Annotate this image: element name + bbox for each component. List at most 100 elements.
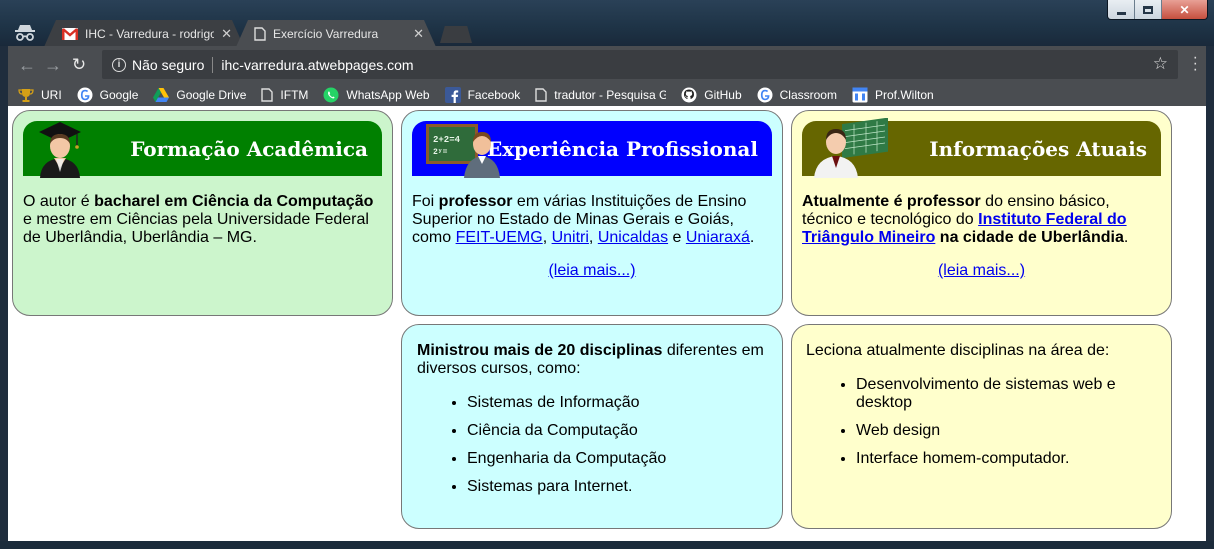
link-unicaldas[interactable]: Unicaldas: [598, 229, 668, 246]
read-more-container: (leia mais...): [402, 262, 782, 280]
list-item: Sistemas para Internet.: [467, 478, 772, 496]
tab-exercicio-varredura[interactable]: Exercício Varredura ✕: [236, 20, 436, 47]
read-more-link[interactable]: (leia mais...): [548, 262, 635, 279]
trophy-icon: [18, 89, 34, 102]
list-item: Ciência da Computação: [467, 422, 772, 440]
bookmark-label: tradutor - Pesquisa G: [554, 88, 667, 102]
whatsapp-icon: [323, 87, 339, 103]
star-icon[interactable]: ☆: [1153, 54, 1168, 74]
body-strong: professor: [438, 193, 513, 210]
body-text: ,: [588, 229, 598, 246]
security-status[interactable]: Não seguro: [132, 57, 204, 73]
bookmark-google[interactable]: Google: [77, 87, 139, 103]
bookmark-prof-wilton[interactable]: Prof.Wilton: [852, 87, 934, 103]
bookmark-github[interactable]: GitHub: [681, 87, 742, 103]
github-icon: [681, 87, 697, 103]
window-titlebar: ✕ IHC - Varredura - rodrigo ✕ Exercício …: [0, 0, 1214, 47]
tab-title: Exercício Varredura: [273, 26, 379, 41]
leciona-list: Desenvolvimento de sistemas web e deskto…: [806, 376, 1161, 468]
bookmark-classroom[interactable]: Classroom: [757, 87, 837, 103]
disciplinas-list: Sistemas de Informação Ciência da Comput…: [417, 394, 772, 496]
body-strong: bacharel em Ciência da Computação: [94, 193, 374, 210]
arrow-right-icon: →: [44, 54, 62, 75]
tab-close-button[interactable]: ✕: [413, 26, 424, 42]
read-more-link[interactable]: (leia mais...): [938, 262, 1025, 279]
card-disciplinas: Ministrou mais de 20 disciplinas diferen…: [401, 324, 783, 529]
google-icon: [77, 87, 93, 103]
bookmark-label: GitHub: [704, 88, 742, 102]
maximize-button[interactable]: [1135, 0, 1162, 19]
link-unitri[interactable]: Unitri: [552, 229, 589, 246]
body-text: .: [1123, 229, 1129, 246]
tab-gmail[interactable]: IHC - Varredura - rodrigo ✕: [44, 20, 244, 47]
bookmark-label: Classroom: [779, 88, 837, 102]
bookmark-label: Google Drive: [176, 88, 247, 102]
bookmark-tradutor[interactable]: tradutor - Pesquisa G: [535, 88, 666, 102]
graduate-icon: [39, 122, 81, 178]
omnibox-separator: [212, 56, 214, 73]
body-text: Leciona atualmente disciplinas na área d…: [806, 342, 1110, 359]
card-title: Experiência Profissional: [487, 136, 758, 161]
address-bar[interactable]: i Não seguro ihc-varredura.atwebpages.co…: [102, 50, 1178, 79]
window-bottom-frame: [0, 541, 1214, 549]
new-tab-button[interactable]: [440, 26, 472, 43]
bookmark-whatsapp[interactable]: WhatsApp Web: [323, 87, 430, 103]
bookmark-label: Facebook: [467, 88, 521, 102]
close-window-button[interactable]: ✕: [1162, 0, 1207, 19]
bookmark-label: Google: [99, 88, 139, 102]
drive-icon: [153, 88, 170, 102]
maximize-icon: [1143, 6, 1153, 14]
card-body: Foi professor em várias Instituições de …: [412, 193, 772, 247]
arrow-left-icon: ←: [18, 54, 36, 75]
read-more-container: (leia mais...): [792, 262, 1171, 280]
page-icon: [261, 88, 274, 102]
bookmark-iftm[interactable]: IFTM: [261, 88, 308, 102]
url-text[interactable]: ihc-varredura.atwebpages.com: [221, 57, 413, 73]
browser-toolbar: ← → ↻ i Não seguro ihc-varredura.atwebpa…: [8, 46, 1206, 84]
body-text: e: [668, 229, 686, 246]
back-button[interactable]: ←: [14, 55, 40, 76]
link-uniaraxa[interactable]: Uniaraxá: [686, 229, 750, 246]
bookmark-facebook[interactable]: Facebook: [444, 87, 521, 103]
bookmark-label: WhatsApp Web: [346, 88, 430, 102]
bookmark-uri[interactable]: URI: [18, 87, 62, 103]
card-experiencia-profissional: 2+2=4 2ʸ= Experiência Profissional Foi p…: [401, 110, 783, 316]
reload-button[interactable]: ↻: [66, 55, 92, 75]
facebook-icon: [444, 87, 461, 103]
bookmark-google-drive[interactable]: Google Drive: [153, 88, 246, 102]
card-header: 2+2=4 2ʸ= Experiência Profissional: [412, 121, 772, 178]
window-controls: ✕: [1107, 0, 1208, 20]
page-content: Formação Acadêmica O autor é bacharel em…: [8, 106, 1206, 541]
card-header: Formação Acadêmica: [23, 121, 382, 178]
body-text: ,: [542, 229, 552, 246]
bookmark-label: Prof.Wilton: [874, 88, 934, 102]
forward-button[interactable]: →: [40, 55, 66, 76]
svg-text:2+2=4: 2+2=4: [433, 135, 461, 145]
card-body: Atualmente é professor do ensino básico,…: [802, 193, 1162, 247]
svg-text:2ʸ=: 2ʸ=: [433, 148, 448, 157]
card-body: Ministrou mais de 20 disciplinas diferen…: [417, 342, 772, 506]
body-text: Foi: [412, 193, 439, 210]
list-item: Web design: [856, 422, 1161, 440]
card-formacao-academica: Formação Acadêmica O autor é bacharel em…: [12, 110, 393, 316]
tab-close-button[interactable]: ✕: [221, 26, 232, 42]
info-icon[interactable]: i: [112, 57, 126, 72]
card-header: Informações Atuais: [802, 118, 1161, 178]
body-strong: Ministrou mais de 20 disciplinas: [417, 342, 663, 359]
minimize-button[interactable]: [1108, 0, 1135, 19]
body-strong: Atualmente é professor: [802, 193, 981, 210]
tab-title: IHC - Varredura - rodrigo: [85, 26, 215, 41]
body-text: .: [749, 229, 755, 246]
gmail-icon: [62, 27, 78, 40]
incognito-icon: [15, 25, 35, 41]
card-title: Formação Acadêmica: [130, 136, 368, 161]
page-icon: [254, 26, 266, 41]
card-body: Leciona atualmente disciplinas na área d…: [806, 342, 1161, 478]
menu-icon[interactable]: · · ·: [1193, 50, 1198, 78]
link-feit-uemg[interactable]: FEIT-UEMG: [456, 229, 543, 246]
list-item: Engenharia da Computação: [467, 450, 772, 468]
page-icon: [535, 88, 547, 102]
card-body: O autor é bacharel em Ciência da Computa…: [23, 193, 383, 247]
bookmark-label: IFTM: [280, 88, 309, 102]
card-leciona: Leciona atualmente disciplinas na área d…: [791, 324, 1172, 529]
